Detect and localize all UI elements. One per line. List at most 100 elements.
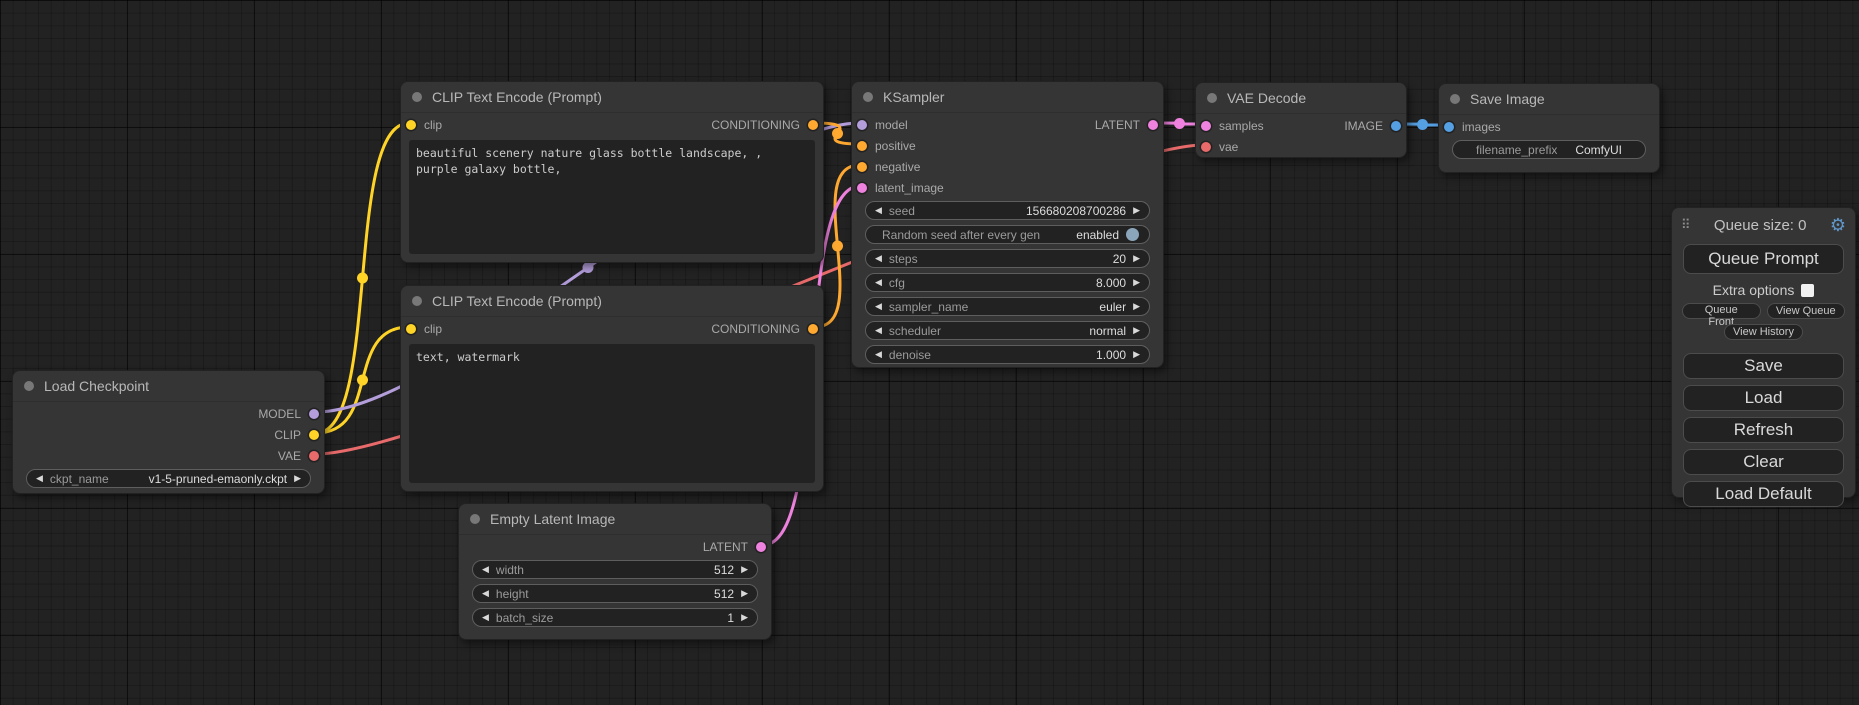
increment-arrow-icon[interactable]: ▶ xyxy=(741,613,748,622)
node-header[interactable]: Empty Latent Image xyxy=(459,504,771,535)
input-port-clip[interactable] xyxy=(406,324,416,334)
collapse-dot[interactable] xyxy=(1450,94,1460,104)
widget-sampler-name[interactable]: ◀sampler_nameeuler▶ xyxy=(865,297,1150,316)
output-slot-clip[interactable]: CLIP xyxy=(266,424,319,445)
clear-button[interactable]: Clear xyxy=(1683,449,1844,475)
input-slot-samples[interactable]: samples xyxy=(1201,115,1272,136)
node-header[interactable]: Load Checkpoint xyxy=(13,371,324,402)
node-header[interactable]: KSampler xyxy=(852,82,1163,113)
output-port-model[interactable] xyxy=(309,409,319,419)
decrement-arrow-icon[interactable]: ◀ xyxy=(875,278,882,287)
input-port-clip[interactable] xyxy=(406,120,416,130)
widget-seed[interactable]: ◀seed156680208700286▶ xyxy=(865,201,1150,220)
increment-arrow-icon[interactable]: ▶ xyxy=(1133,326,1140,335)
increment-arrow-icon[interactable]: ▶ xyxy=(294,474,301,483)
view-queue-button[interactable]: View Queue xyxy=(1767,303,1846,319)
decrement-arrow-icon[interactable]: ◀ xyxy=(36,474,43,483)
input-slot-negative[interactable]: negative xyxy=(857,156,928,177)
decrement-arrow-icon[interactable]: ◀ xyxy=(875,254,882,263)
load-default-button[interactable]: Load Default xyxy=(1683,481,1844,507)
output-slot-latent[interactable]: LATENT xyxy=(1087,114,1158,135)
widget-denoise[interactable]: ◀denoise1.000▶ xyxy=(865,345,1150,364)
collapse-dot[interactable] xyxy=(1207,93,1217,103)
widget-steps[interactable]: ◀steps20▶ xyxy=(865,249,1150,268)
node-empty-latent-image[interactable]: Empty Latent ImageLATENT ◀width512▶ ◀heigh… xyxy=(458,503,772,640)
output-slot-conditioning[interactable]: CONDITIONING xyxy=(703,114,818,135)
input-slot-clip[interactable]: clip xyxy=(406,114,450,135)
input-slot-latent-image[interactable]: latent_image xyxy=(857,177,952,198)
save-button[interactable]: Save xyxy=(1683,353,1844,379)
input-port-latent-image[interactable] xyxy=(857,183,867,193)
increment-arrow-icon[interactable]: ▶ xyxy=(741,589,748,598)
input-slot-model[interactable]: model xyxy=(857,114,916,135)
output-port-conditioning[interactable] xyxy=(808,120,818,130)
widget-cfg[interactable]: ◀cfg8.000▶ xyxy=(865,273,1150,292)
output-port-vae[interactable] xyxy=(309,451,319,461)
input-slot-positive[interactable]: positive xyxy=(857,135,924,156)
queue-front-button[interactable]: Queue Front xyxy=(1682,303,1761,319)
node-clip-text-encode-2[interactable]: CLIP Text Encode (Prompt)clip CONDITIONIN… xyxy=(400,285,824,492)
node-load-checkpoint[interactable]: Load CheckpointMODELCLIPVAE◀ckpt_namev1-… xyxy=(12,370,325,494)
output-slot-image[interactable]: IMAGE xyxy=(1336,115,1401,136)
increment-arrow-icon[interactable]: ▶ xyxy=(1133,302,1140,311)
decrement-arrow-icon[interactable]: ◀ xyxy=(875,350,882,359)
widget-width[interactable]: ◀width512▶ xyxy=(472,560,758,579)
output-port-latent[interactable] xyxy=(756,542,766,552)
increment-arrow-icon[interactable]: ▶ xyxy=(1133,206,1140,215)
output-port-latent[interactable] xyxy=(1148,120,1158,130)
node-graph-canvas[interactable]: ⠿ Queue size: 0 ⚙ Queue Prompt Extra opt… xyxy=(0,0,1859,705)
input-port-negative[interactable] xyxy=(857,162,867,172)
node-header[interactable]: CLIP Text Encode (Prompt) xyxy=(401,286,823,317)
refresh-button[interactable]: Refresh xyxy=(1683,417,1844,443)
input-port-model[interactable] xyxy=(857,120,867,130)
output-port-image[interactable] xyxy=(1391,121,1401,131)
output-port-conditioning[interactable] xyxy=(808,324,818,334)
collapse-dot[interactable] xyxy=(24,381,34,391)
prompt-textarea[interactable]: text, watermark xyxy=(409,344,815,483)
decrement-arrow-icon[interactable]: ◀ xyxy=(875,302,882,311)
decrement-arrow-icon[interactable]: ◀ xyxy=(875,206,882,215)
widget-ckpt-name[interactable]: ◀ckpt_namev1-5-pruned-emaonly.ckpt▶ xyxy=(26,469,311,488)
output-slot-model[interactable]: MODEL xyxy=(250,403,319,424)
panel-drag-handle-icon[interactable]: ⠿ xyxy=(1681,217,1691,233)
collapse-dot[interactable] xyxy=(863,92,873,102)
node-header[interactable]: Save Image xyxy=(1439,84,1659,115)
view-history-button[interactable]: View History xyxy=(1724,324,1803,340)
decrement-arrow-icon[interactable]: ◀ xyxy=(482,565,489,574)
output-slot-conditioning[interactable]: CONDITIONING xyxy=(703,318,818,339)
node-ksampler[interactable]: KSamplermodelpositivenegativelatent_imag… xyxy=(851,81,1164,368)
widget-scheduler[interactable]: ◀schedulernormal▶ xyxy=(865,321,1150,340)
node-header[interactable]: CLIP Text Encode (Prompt) xyxy=(401,82,823,113)
input-port-positive[interactable] xyxy=(857,141,867,151)
prompt-textarea[interactable]: beautiful scenery nature glass bottle la… xyxy=(409,140,815,254)
increment-arrow-icon[interactable]: ▶ xyxy=(1133,350,1140,359)
input-slot-clip[interactable]: clip xyxy=(406,318,450,339)
extra-options-checkbox[interactable] xyxy=(1801,284,1814,297)
collapse-dot[interactable] xyxy=(412,296,422,306)
collapse-dot[interactable] xyxy=(412,92,422,102)
input-port-images[interactable] xyxy=(1444,122,1454,132)
input-slot-images[interactable]: images xyxy=(1444,116,1509,137)
decrement-arrow-icon[interactable]: ◀ xyxy=(482,613,489,622)
widget-filename-prefix[interactable]: filename_prefixComfyUI xyxy=(1452,140,1646,159)
load-button[interactable]: Load xyxy=(1683,385,1844,411)
widget-batch-size[interactable]: ◀batch_size1▶ xyxy=(472,608,758,627)
decrement-arrow-icon[interactable]: ◀ xyxy=(482,589,489,598)
toggle-knob[interactable] xyxy=(1126,228,1139,241)
widget-height[interactable]: ◀height512▶ xyxy=(472,584,758,603)
widget-random-seed-after-every-gen[interactable]: Random seed after every genenabled xyxy=(865,225,1150,244)
node-save-image[interactable]: Save Imageimages filename_prefixComfyUI xyxy=(1438,83,1660,173)
input-slot-vae[interactable]: vae xyxy=(1201,136,1246,157)
output-port-clip[interactable] xyxy=(309,430,319,440)
increment-arrow-icon[interactable]: ▶ xyxy=(1133,278,1140,287)
increment-arrow-icon[interactable]: ▶ xyxy=(741,565,748,574)
output-slot-latent[interactable]: LATENT xyxy=(695,536,766,557)
node-clip-text-encode-1[interactable]: CLIP Text Encode (Prompt)clip CONDITIONIN… xyxy=(400,81,824,263)
queue-prompt-button[interactable]: Queue Prompt xyxy=(1683,244,1844,274)
collapse-dot[interactable] xyxy=(470,514,480,524)
node-header[interactable]: VAE Decode xyxy=(1196,83,1406,114)
increment-arrow-icon[interactable]: ▶ xyxy=(1133,254,1140,263)
decrement-arrow-icon[interactable]: ◀ xyxy=(875,326,882,335)
settings-gear-icon[interactable]: ⚙ xyxy=(1830,216,1846,234)
input-port-samples[interactable] xyxy=(1201,121,1211,131)
